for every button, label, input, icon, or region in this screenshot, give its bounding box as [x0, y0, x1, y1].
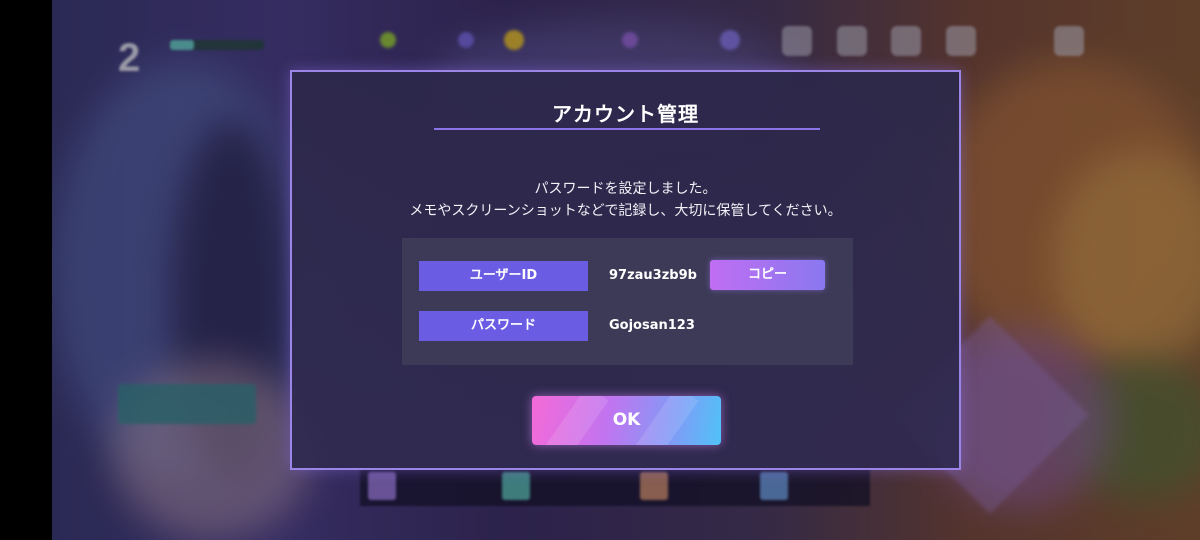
ok-stripe	[631, 396, 699, 445]
password-label: パスワード	[419, 311, 588, 341]
message-line-1: パスワードを設定しました。	[534, 181, 717, 197]
credentials-panel: ユーザーID 97zau3zb9b コピー パスワード Gojosan123	[402, 238, 853, 365]
ok-stripe	[541, 396, 609, 445]
copy-button[interactable]: コピー	[710, 260, 825, 290]
password-value: Gojosan123	[609, 318, 695, 333]
ok-button-label: OK	[612, 410, 641, 430]
account-management-dialog: アカウント管理 パスワードを設定しました。 メモやスクリーンショットなどで記録し…	[290, 70, 961, 470]
ok-button[interactable]: OK	[532, 396, 721, 445]
message-line-2: メモやスクリーンショットなどで記録し、大切に保管してください。	[409, 203, 842, 219]
title-divider	[434, 128, 820, 130]
dialog-message: パスワードを設定しました。 メモやスクリーンショットなどで記録し、大切に保管して…	[292, 178, 959, 222]
user-id-label: ユーザーID	[419, 261, 588, 291]
dialog-title: アカウント管理	[552, 102, 699, 126]
user-id-value: 97zau3zb9b	[609, 268, 697, 283]
